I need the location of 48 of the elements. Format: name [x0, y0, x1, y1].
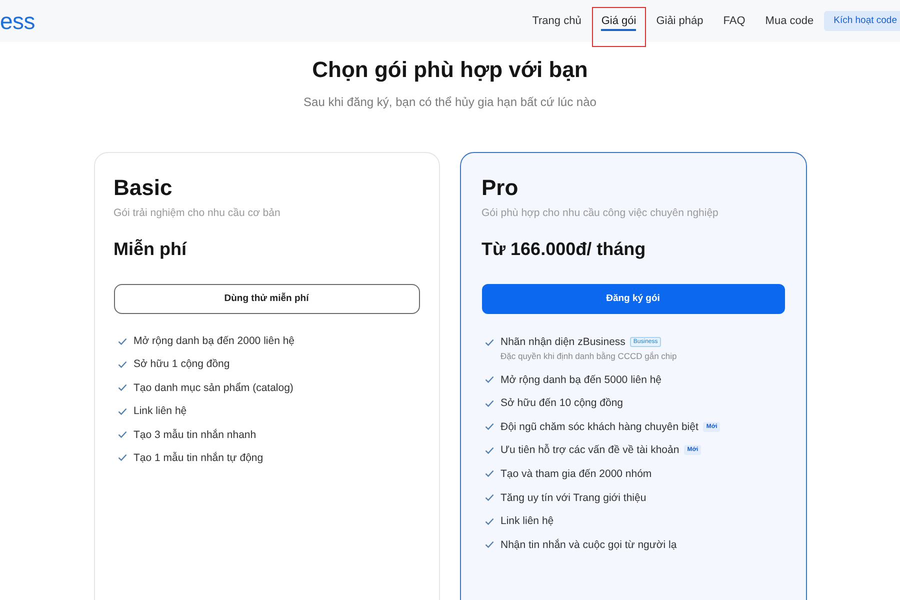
- check-icon: [484, 376, 494, 384]
- check-icon: [118, 360, 126, 368]
- feature-text: Link liên hệ: [134, 404, 187, 418]
- logo-text[interactable]: ess: [0, 7, 35, 35]
- feature-text: Tạo 3 mẫu tin nhắn nhanh: [134, 428, 256, 442]
- nav-link[interactable]: Giải pháp: [656, 12, 704, 30]
- feature-text: Ưu tiên hỗ trợ các vấn đề về tài khoản: [500, 443, 680, 458]
- plan-button[interactable]: Đăng ký gói: [482, 284, 784, 314]
- check-icon: [484, 423, 494, 430]
- check-icon: [118, 454, 126, 462]
- check-icon: [484, 494, 494, 502]
- feature-text: Nhãn nhận diện zBusiness: [500, 335, 626, 349]
- check-icon: [484, 541, 494, 548]
- feature-text: Mở rộng danh bạ đến 5000 liên hệ: [500, 372, 662, 387]
- check-icon: [118, 384, 126, 392]
- activate-code-button[interactable]: Kích hoạt code: [824, 11, 900, 31]
- plan-price: Từ 166.000đ/ tháng: [482, 238, 646, 261]
- check-icon: [118, 408, 126, 415]
- feature-text: Tạo danh mục sản phẩm (catalog): [134, 380, 294, 395]
- feature-text: Nhận tin nhắn và cuộc gọi từ người lạ: [500, 538, 677, 552]
- plan-description: Gói phù hợp cho nhu cầu công việc chuyên nghiệp: [482, 206, 718, 221]
- feature-text: Tạo 1 mẫu tin nhắn tự động: [134, 450, 264, 465]
- check-icon: [484, 446, 494, 454]
- feature-text: Sở hữu 1 cộng đồng: [134, 357, 230, 372]
- page-subtitle: Sau khi đăng ký, bạn có thể hủy gia hạn bất cứ lúc nào: [304, 94, 596, 110]
- nav-link[interactable]: Mua code: [765, 12, 814, 30]
- feature-text: Tăng uy tín với Trang giới thiệu: [500, 490, 646, 505]
- feature-text: Tạo và tham gia đến 2000 nhóm: [500, 466, 652, 481]
- check-icon: [484, 338, 494, 346]
- plan-description: Gói trải nghiệm cho nhu cầu cơ bản: [114, 206, 280, 221]
- check-icon: [484, 518, 494, 525]
- nav-link[interactable]: Trang chủ: [532, 12, 582, 30]
- check-icon: [118, 431, 126, 438]
- feature-note: Đặc quyền khi định danh bằng CCCD gắn chip: [500, 350, 677, 363]
- check-icon: [118, 338, 126, 344]
- check-icon: [484, 400, 494, 407]
- check-icon: [484, 470, 494, 478]
- plan-name: Pro: [482, 174, 518, 202]
- plan-name: Basic: [114, 174, 172, 202]
- plan-price: Miễn phí: [114, 238, 186, 261]
- nav-link[interactable]: Giá gói: [601, 12, 636, 30]
- plan-button[interactable]: Dùng thử miễn phí: [114, 284, 420, 314]
- page-title: Chọn gói phù hợp với bạn: [312, 56, 588, 84]
- feature-text: Mở rộng danh bạ đến 2000 liên hệ: [134, 334, 295, 348]
- feature-text: Sở hữu đến 10 cộng đồng: [500, 396, 624, 410]
- feature-text: Đội ngũ chăm sóc khách hàng chuyên biệt: [500, 420, 698, 434]
- feature-text: Link liên hệ: [500, 514, 554, 528]
- nav-link[interactable]: FAQ: [723, 12, 746, 30]
